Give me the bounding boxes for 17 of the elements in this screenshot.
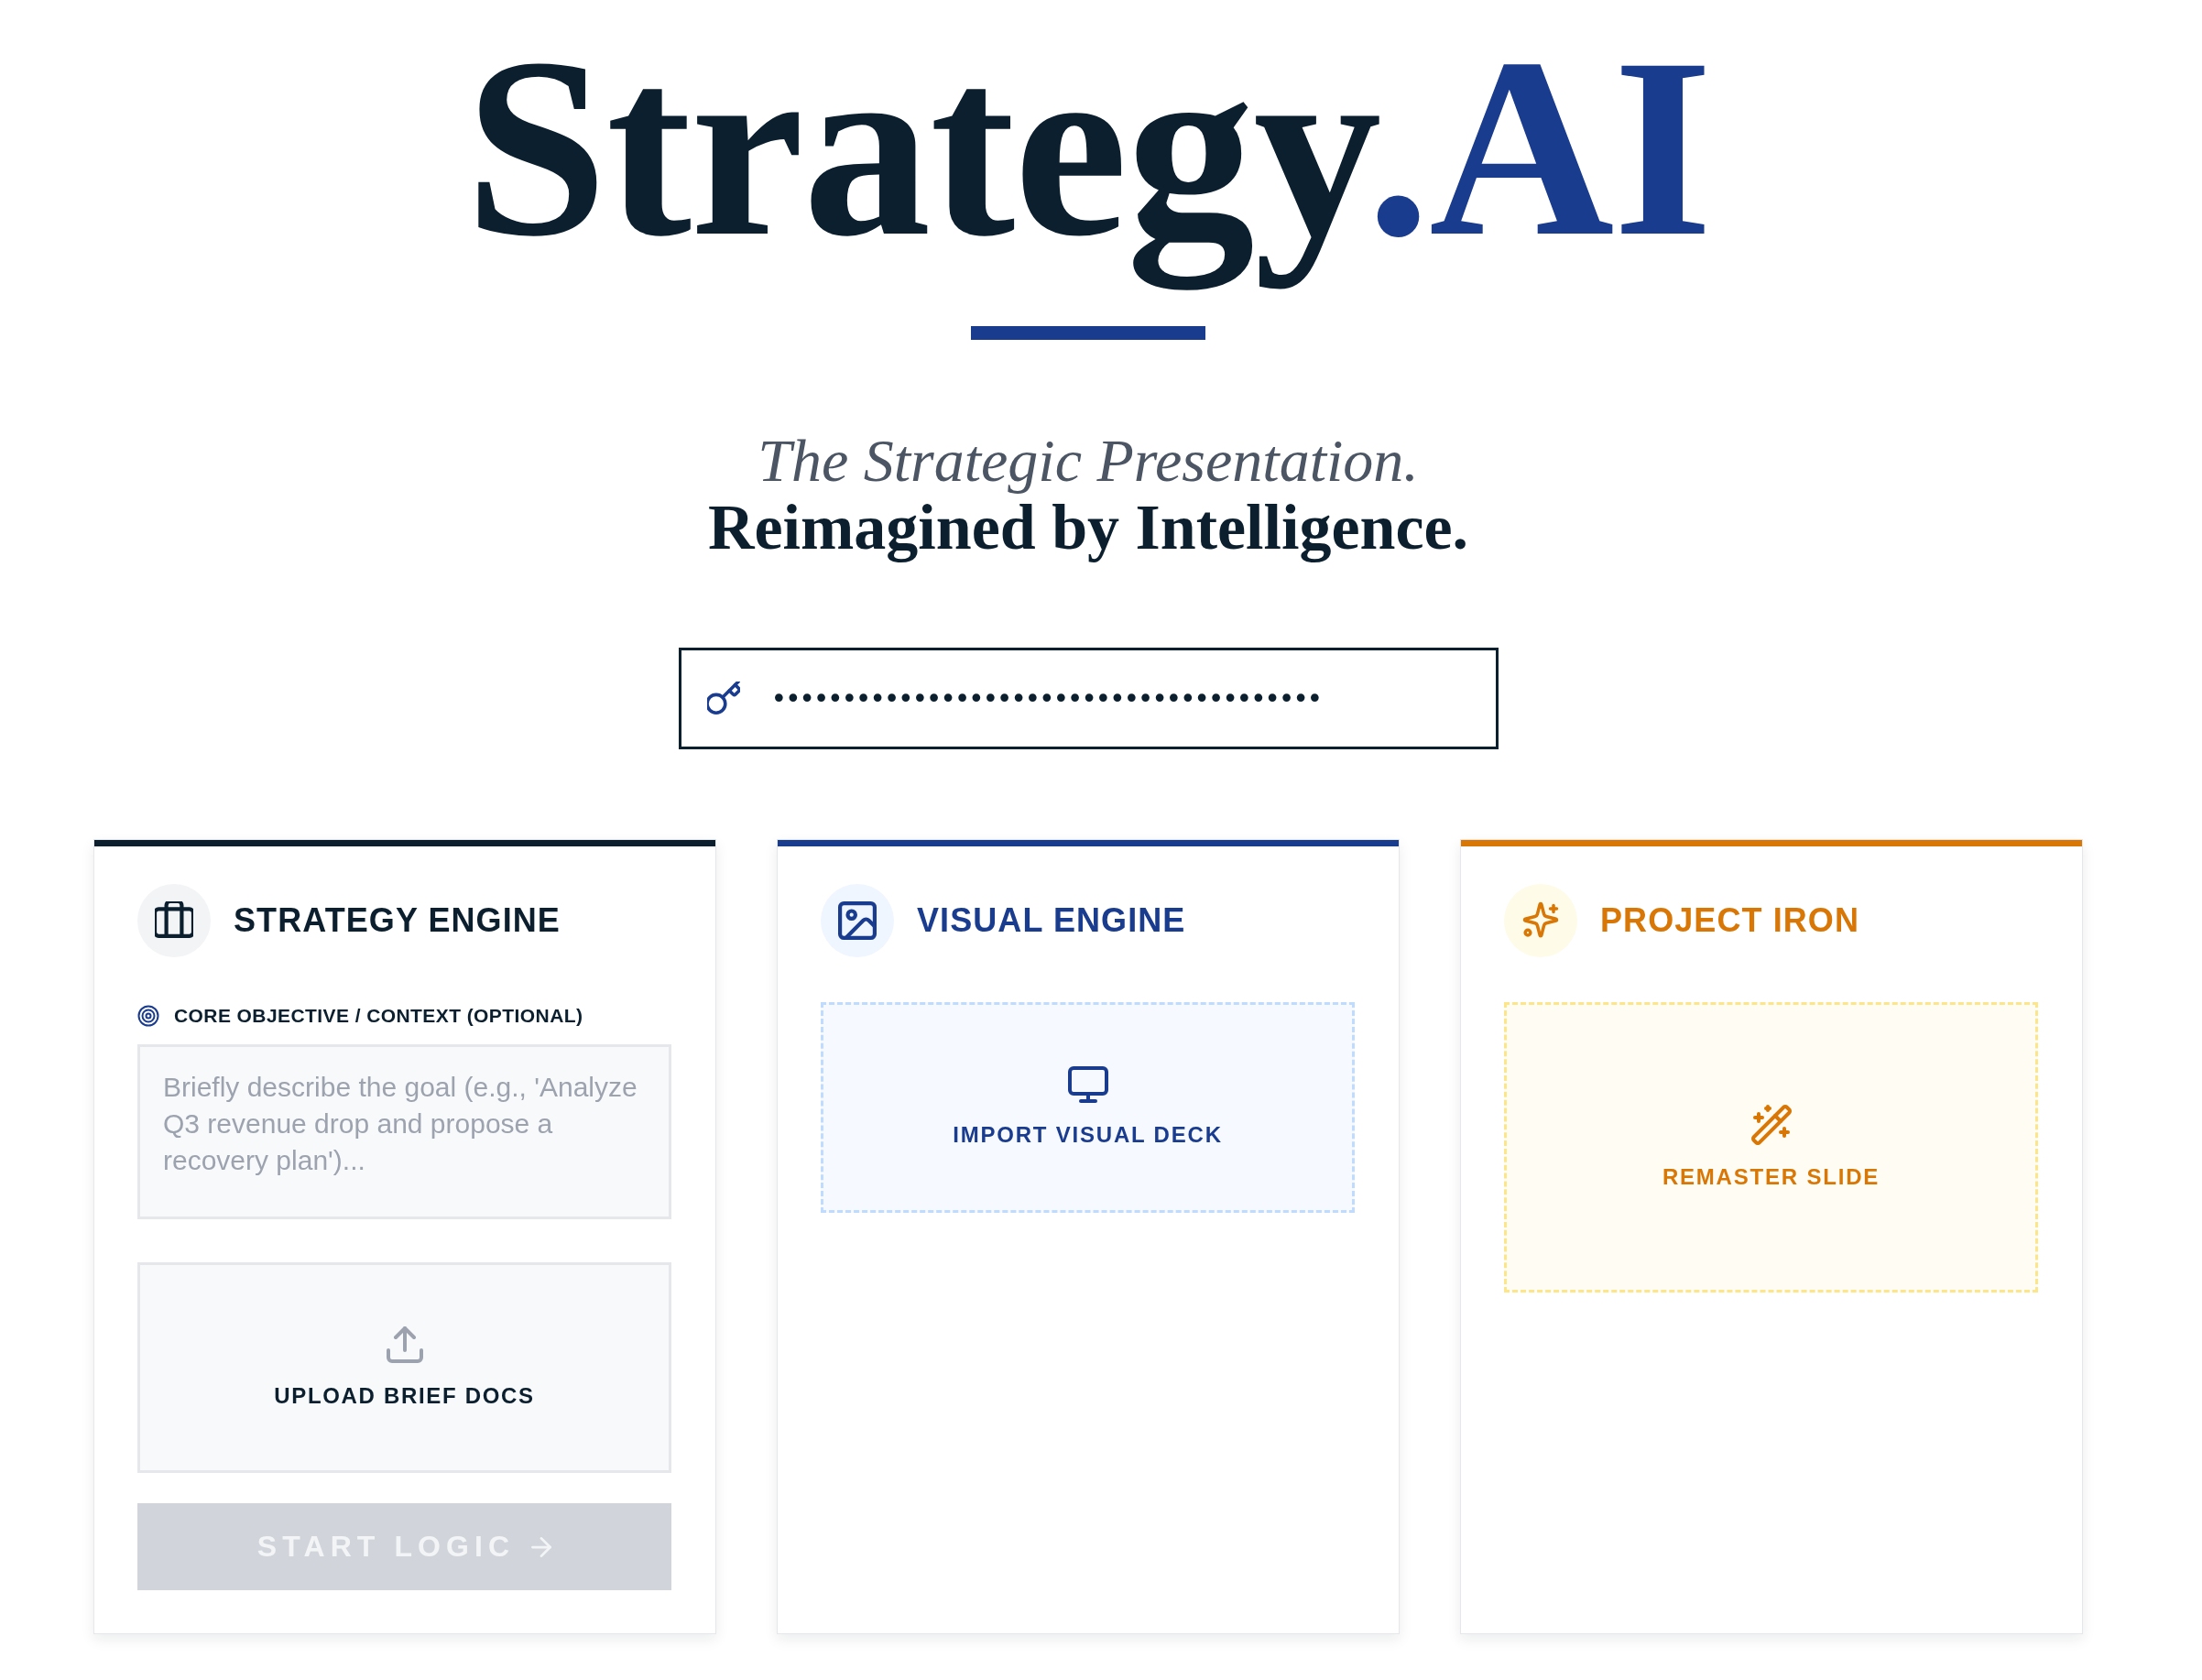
logo: Strategy.AI — [464, 4, 1712, 292]
import-dropzone[interactable]: IMPORT VISUAL DECK — [821, 1002, 1355, 1213]
arrow-right-icon — [531, 1536, 552, 1557]
upload-dropzone[interactable]: UPLOAD BRIEF DOCS — [137, 1262, 671, 1473]
target-icon — [137, 1005, 159, 1027]
objective-field[interactable]: Briefly describe the goal (e.g., 'Analyze Q3 revenue drop and propose a recovery plan')... — [137, 1044, 671, 1219]
key-icon — [706, 682, 740, 715]
monitor-icon — [1067, 1066, 1108, 1103]
tagline: The Strategic Presentation. — [758, 427, 1419, 494]
card-title: VISUAL ENGINE — [917, 904, 1186, 937]
magic-wand-icon — [1750, 1104, 1792, 1145]
upload-icon — [386, 1325, 423, 1363]
api-key-field[interactable]: ••••••••••••••••••••••••••••••••••••••• — [678, 648, 1499, 749]
headline: Reimagined by Intelligence. — [707, 494, 1469, 561]
card-title: STRATEGY ENGINE — [234, 904, 561, 937]
card-title: PROJECT IRON — [1600, 904, 1859, 937]
field-label: CORE OBJECTIVE / CONTEXT (OPTIONAL) — [174, 1005, 583, 1027]
